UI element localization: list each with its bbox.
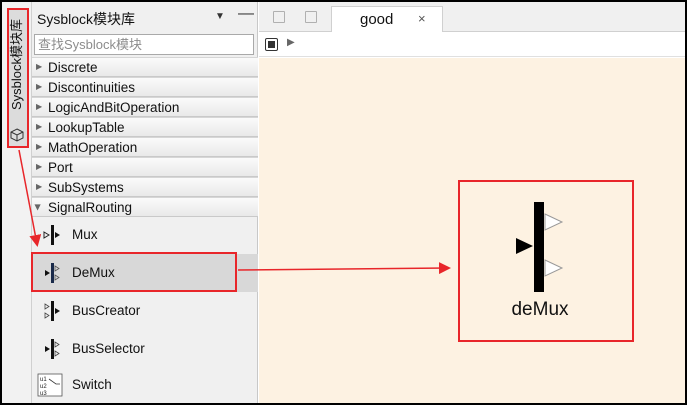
- chevron-down-icon[interactable]: ▼: [215, 11, 227, 22]
- mux-icon: [43, 225, 60, 245]
- block-item-mux[interactable]: Mux: [32, 216, 258, 254]
- category-label: LogicAndBitOperation: [48, 100, 180, 115]
- category-logic-and-bit-operation[interactable]: ▶ LogicAndBitOperation: [32, 97, 258, 117]
- expand-arrow-icon: ▶: [36, 82, 43, 91]
- category-discrete[interactable]: ▶ Discrete: [32, 57, 258, 77]
- switch-port-label: u3: [40, 391, 47, 397]
- block-item-switch[interactable]: u1 u2 u3 Switch: [32, 366, 258, 404]
- tab-label: good: [360, 11, 394, 28]
- model-editor: good × ▶ deMux: [259, 2, 685, 403]
- block-item-bus-creator[interactable]: BusCreator: [32, 292, 258, 330]
- block-library-panel: Sysblock模块库 ▼ — ▶ Discrete ▶ Discontinui…: [32, 2, 258, 403]
- library-header: Sysblock模块库 ▼ —: [32, 2, 258, 32]
- category-discontinuities[interactable]: ▶ Discontinuities: [32, 77, 258, 97]
- bus-selector-icon: [45, 339, 60, 359]
- library-search-input[interactable]: [34, 34, 254, 55]
- block-item-label: Mux: [72, 227, 98, 242]
- minimize-icon[interactable]: —: [238, 5, 254, 25]
- new-page-icon[interactable]: [273, 11, 285, 23]
- expand-arrow-icon: ▶: [36, 62, 43, 71]
- category-signal-routing[interactable]: ▶ SignalRouting: [32, 197, 258, 217]
- demux-item-highlight-box: [31, 252, 237, 292]
- category-subsystems[interactable]: ▶ SubSystems: [32, 177, 258, 197]
- category-label: Port: [48, 160, 73, 175]
- expand-arrow-icon: ▶: [36, 142, 43, 151]
- expand-arrow-icon: ▶: [36, 102, 43, 111]
- category-label: SignalRouting: [48, 200, 133, 215]
- category-label: LookupTable: [48, 120, 125, 135]
- block-item-label: Switch: [72, 377, 112, 392]
- editor-tab-bar: good ×: [259, 2, 685, 32]
- close-icon[interactable]: ×: [418, 11, 426, 26]
- tab-good[interactable]: good ×: [331, 6, 443, 32]
- block-item-label: BusCreator: [72, 303, 141, 318]
- category-label: MathOperation: [48, 140, 138, 155]
- category-math-operation[interactable]: ▶ MathOperation: [32, 137, 258, 157]
- collapse-arrow-icon: ▶: [33, 204, 43, 211]
- category-lookup-table[interactable]: ▶ LookupTable: [32, 117, 258, 137]
- chevron-right-icon[interactable]: ▶: [287, 37, 295, 48]
- expand-arrow-icon: ▶: [36, 122, 43, 131]
- canvas-block-highlight-box: [458, 180, 634, 342]
- block-item-bus-selector[interactable]: BusSelector: [32, 330, 258, 368]
- category-port[interactable]: ▶ Port: [32, 157, 258, 177]
- switch-port-label: u1: [40, 377, 47, 383]
- switch-port-label: u2: [40, 384, 47, 390]
- model-icon[interactable]: [265, 38, 278, 51]
- block-item-label: BusSelector: [72, 341, 145, 356]
- expand-arrow-icon: ▶: [36, 182, 43, 191]
- copy-page-icon[interactable]: [305, 11, 317, 23]
- breadcrumb: ▶: [259, 33, 685, 57]
- model-canvas[interactable]: deMux: [259, 58, 685, 403]
- side-tab-highlight-box: [7, 8, 29, 148]
- category-label: Discrete: [48, 60, 98, 75]
- bus-creator-icon: [44, 301, 60, 321]
- switch-icon: u1 u2 u3: [37, 373, 63, 397]
- category-label: SubSystems: [48, 180, 124, 195]
- category-label: Discontinuities: [48, 80, 136, 95]
- expand-arrow-icon: ▶: [36, 162, 43, 171]
- library-title: Sysblock模块库: [37, 11, 136, 27]
